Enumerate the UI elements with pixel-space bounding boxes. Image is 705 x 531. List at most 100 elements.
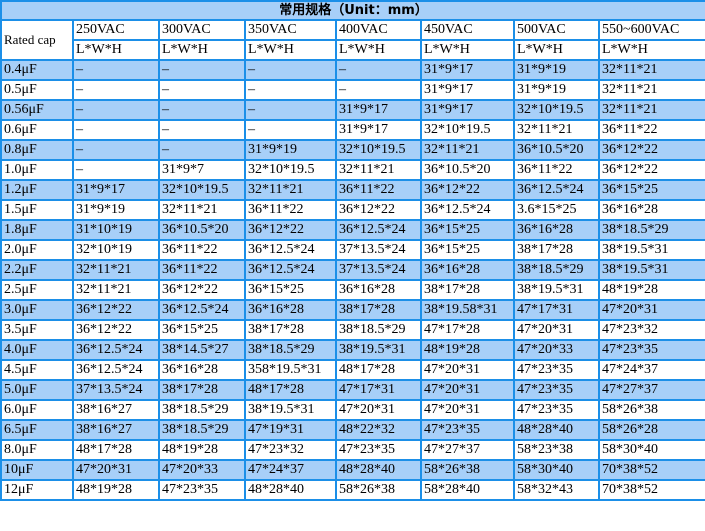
dimension-cell: 47*20*31 [420,399,515,421]
dimension-cell: 31*9*17 [420,79,515,101]
dimension-cell: 32*11*21 [597,99,705,121]
dimension-cell: 47*20*31 [335,399,422,421]
dimension-cell: 58*26*38 [420,459,515,481]
dimension-cell: 38*19.5*31 [597,239,705,261]
dimension-header: L*W*H [72,39,160,61]
dimension-cell: 58*26*28 [597,419,705,441]
dimension-cell: 58*32*43 [513,479,600,501]
dimension-cell: 58*28*40 [420,479,515,501]
dimension-cell: 36*16*28 [335,279,422,301]
table-row: 2.5μF 32*11*21 36*12*22 36*15*25 36*16*28 38*… [0,279,705,301]
dimension-cell: – [72,159,160,181]
dimension-header: L*W*H [335,39,422,61]
rated-cap-header: Rated cap [0,19,74,61]
dimension-cell: – [158,139,246,161]
dimension-cell: 47*24*37 [597,359,705,381]
dimension-cell: 38*19.58*31 [420,299,515,321]
rated-cap-cell: 3.0μF [0,299,74,321]
dimension-cell: 47*20*31 [513,319,600,341]
dimension-header: L*W*H [244,39,337,61]
dimension-cell: 38*18.5*29 [244,339,337,361]
dimension-cell: 47*23*35 [335,439,422,461]
dimension-cell: 38*17*28 [420,279,515,301]
dimension-cell: 36*11*22 [597,119,705,141]
capacitor-spec-table: 常用规格（Unit：mm） Rated cap 250VAC 300VAC 35… [0,0,705,501]
voltage-header: 250VAC [72,19,160,41]
table-row: 1.2μF 31*9*17 32*10*19.5 32*11*21 36*11*22 36… [0,179,705,201]
dimension-cell: 38*18.5*29 [158,399,246,421]
dimension-cell: 32*10*19.5 [244,159,337,181]
dimension-cell: 32*10*19.5 [420,119,515,141]
dimension-cell: 36*16*28 [244,299,337,321]
dimension-cell: 32*11*21 [597,59,705,81]
rated-cap-cell: 1.2μF [0,179,74,201]
dimension-cell: – [158,59,246,81]
voltage-header: 300VAC [158,19,246,41]
dimension-cell: 36*12.5*24 [244,259,337,281]
table-row: 0.5μF – – – –31*9*17 31*9*19 32*11*21 [0,79,705,101]
dimension-cell: 36*16*28 [158,359,246,381]
dimension-cell: 47*23*35 [420,419,515,441]
dimension-cell: 48*28*40 [244,479,337,501]
voltage-header: 450VAC [420,19,515,41]
dimension-cell: 38*19.5*31 [597,259,705,281]
dimension-header: L*W*H [513,39,600,61]
dimension-cell: 32*11*21 [513,119,600,141]
table-row: 12μF 48*19*28 47*23*35 48*28*40 58*26*38 58*2… [0,479,705,501]
dimension-cell: 31*9*17 [72,179,160,201]
dimension-cell: 36*12*22 [244,219,337,241]
dimension-cell: – [244,119,337,141]
dimension-cell: 31*9*17 [420,99,515,121]
dimension-cell: 31*9*17 [335,119,422,141]
rated-cap-cell: 6.0μF [0,399,74,421]
dimension-cell: 38*19.5*31 [513,279,600,301]
dimension-cell: 36*12*22 [597,139,705,161]
dimension-cell: 48*19*28 [597,279,705,301]
voltage-header: 550~600VAC [597,19,705,41]
dimension-cell: 58*26*38 [597,399,705,421]
dimension-cell: 36*11*22 [335,179,422,201]
table-row: 6.5μF 38*16*27 38*18.5*29 47*19*31 48*22*32 4… [0,419,705,441]
dimension-cell: 47*23*35 [513,379,600,401]
rated-cap-cell: 6.5μF [0,419,74,441]
dimension-cell: 37*13.5*24 [335,259,422,281]
rated-cap-cell: 1.8μF [0,219,74,241]
dimension-cell: 36*11*22 [158,239,246,261]
table-row: 3.0μF 36*12*22 36*12.5*24 36*16*28 38*17*28 3… [0,299,705,321]
dimension-cell: 38*18.5*29 [597,219,705,241]
dimension-cell: 37*13.5*24 [72,379,160,401]
dimension-cell: 47*24*37 [244,459,337,481]
dimension-cell: 47*23*32 [597,319,705,341]
dimension-cell: 38*16*27 [72,419,160,441]
dimension-cell: 48*19*28 [72,479,160,501]
rated-cap-cell: 1.0μF [0,159,74,181]
dimension-cell: 36*11*22 [158,259,246,281]
dimension-cell: 58*23*38 [513,439,600,461]
dimension-cell: 32*10*19.5 [158,179,246,201]
dimension-cell: – [158,79,246,101]
voltage-header: 400VAC [335,19,422,41]
rated-cap-cell: 0.6μF [0,119,74,141]
dimension-cell: 47*23*35 [158,479,246,501]
dimension-cell: 36*12.5*24 [72,359,160,381]
dimension-cell: – [72,119,160,141]
rated-cap-cell: 2.2μF [0,259,74,281]
dimension-cell: 36*12*22 [72,319,160,341]
dimension-cell: 32*10*19.5 [513,99,600,121]
table-row: 1.8μF 31*10*19 36*10.5*20 36*12*22 36*12.5*2… [0,219,705,241]
dimension-cell: 31*9*19 [513,79,600,101]
dimension-cell: 31*9*17 [335,99,422,121]
table-row: 2.0μF 32*10*19 36*11*22 36*12.5*24 37*13.5*2… [0,239,705,261]
dimension-cell: 70*38*52 [597,459,705,481]
dimension-cell: 47*27*37 [597,379,705,401]
dimension-cell: 47*20*31 [72,459,160,481]
dimension-cell: 36*12.5*24 [158,299,246,321]
dimension-cell: 58*30*40 [513,459,600,481]
dimension-cell: 38*19.5*31 [244,399,337,421]
table-row: 1.0μF –31*9*7 32*10*19.5 32*11*21 36*10.5*20… [0,159,705,181]
dimension-cell: 48*17*28 [335,359,422,381]
dimension-cell: 48*22*32 [335,419,422,441]
dimension-cell: 32*11*21 [158,199,246,221]
dimension-header: L*W*H [420,39,515,61]
table-row: 3.5μF 36*12*22 36*15*25 38*17*28 38*18.5*29 4… [0,319,705,341]
